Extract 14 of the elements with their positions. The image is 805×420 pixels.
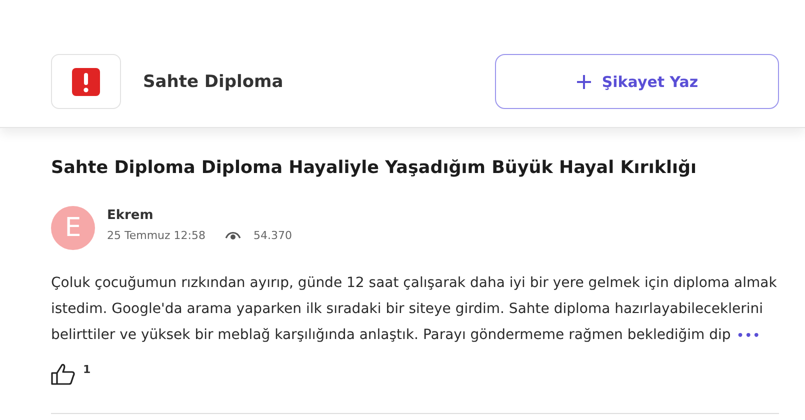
complaint-text: Çoluk çocuğumun rızkından ayırıp, günde 12 saat çalışarak daha iyi bir yere gelmek için diploma almak istedim. Google'da arama yaparken ilk sıradaki bir siteye girdim. Sahte diploma hazırlayabileceklerini belirttiler ve yüksek bir meblağ karşılığında anlaştık. Parayı göndermeme rağmen beklediğim dip ••• [51,274,778,345]
author-avatar: E [51,206,95,250]
post-date: 25 Temmuz 12:58 [107,229,206,242]
exclamation-icon [72,68,100,96]
write-complaint-button[interactable]: Şikayet Yaz [495,54,779,109]
plus-icon [576,74,592,90]
thumbs-up-icon[interactable] [51,363,75,385]
complaint-title: Sahte Diploma Diploma Hayaliyle Yaşadığım Büyük Hayal Kırıklığı [51,158,698,178]
like-count: 1 [83,363,91,376]
eye-icon [225,230,242,241]
brand-name: Sahte Diploma [143,72,284,92]
author-name: Ekrem [107,208,154,223]
read-more-link[interactable]: ••• [736,329,761,342]
view-count: 54.370 [253,229,292,242]
